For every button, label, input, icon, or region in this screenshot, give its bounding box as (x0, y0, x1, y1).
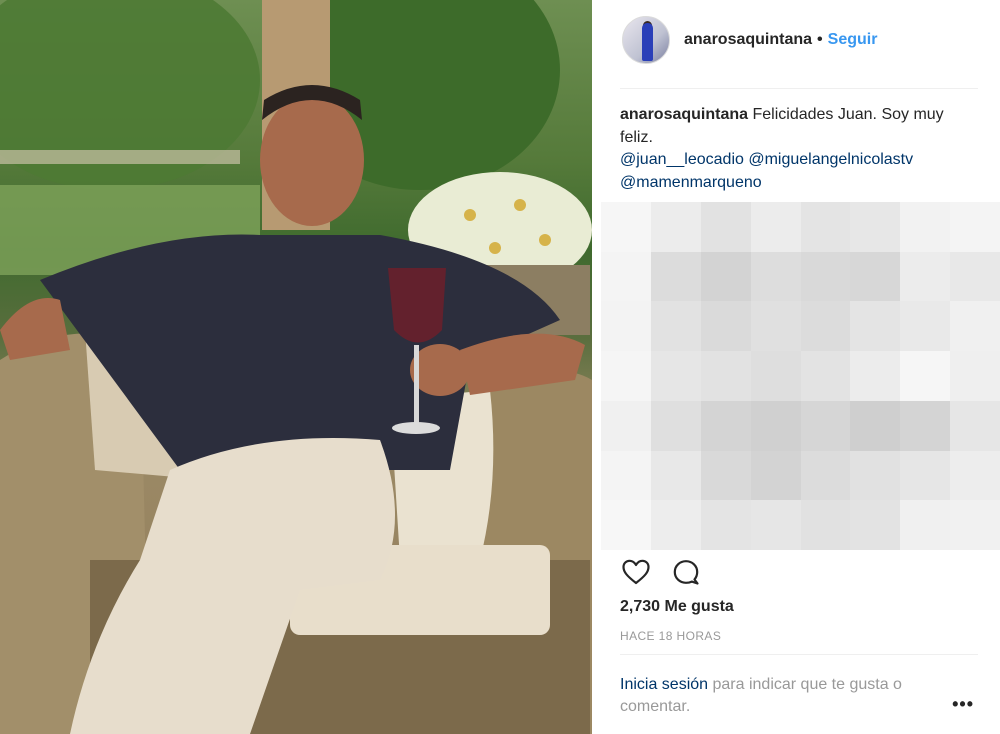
pixel-tile (800, 500, 851, 550)
pixel-tile (900, 400, 951, 451)
more-options-icon[interactable]: ••• (952, 694, 974, 715)
pixel-tile (650, 400, 701, 451)
pixel-tile (650, 202, 701, 252)
pixel-tile (700, 202, 751, 252)
pixel-tile (900, 301, 951, 352)
pixel-tile (601, 450, 651, 501)
pixel-tile (601, 202, 651, 252)
pixel-tile (750, 251, 801, 302)
pixel-tile (700, 351, 751, 401)
like-button[interactable] (620, 556, 652, 588)
comment-button[interactable] (670, 556, 702, 588)
pixel-tile (601, 351, 651, 401)
pixel-tile (700, 301, 751, 352)
pixel-tile (800, 400, 851, 451)
login-link[interactable]: Inicia sesión (620, 676, 708, 693)
mention-link[interactable]: @juan__leocadio (620, 151, 744, 168)
pixel-tile (850, 301, 901, 352)
pixel-tile (650, 301, 701, 352)
pixel-tile (750, 202, 801, 252)
pixel-tile (650, 500, 701, 550)
pixel-tile (850, 202, 901, 252)
pixel-tile (900, 202, 951, 252)
pixel-tile (700, 450, 751, 501)
caption-username[interactable]: anarosaquintana (620, 106, 748, 123)
pixel-tile (900, 500, 951, 550)
pixel-tile (950, 450, 1000, 501)
divider (620, 88, 978, 89)
pixel-tile (950, 202, 1000, 252)
pixel-tile (850, 351, 901, 401)
pixel-tile (800, 450, 851, 501)
post-photo[interactable] (0, 0, 592, 734)
caption: anarosaquintana Felicidades Juan. Soy mu… (620, 104, 980, 194)
post-panel: anarosaquintana • Seguir anarosaquintana… (592, 0, 1000, 734)
pixel-tile (750, 351, 801, 401)
pixel-tile (601, 400, 651, 451)
pixel-tile (950, 251, 1000, 302)
login-prompt: Inicia sesión para indicar que te gusta … (620, 674, 950, 718)
pixel-tile (850, 400, 901, 451)
pixel-tile (800, 251, 851, 302)
header-separator: • (817, 31, 823, 48)
pixel-tile (750, 500, 801, 550)
divider (620, 654, 978, 655)
mention-link[interactable]: @miguelangelnicolastv (748, 151, 913, 168)
avatar[interactable] (622, 16, 670, 64)
pixel-tile (650, 351, 701, 401)
pixel-tile (601, 500, 651, 550)
avatar-figure (642, 23, 653, 61)
like-count[interactable]: 2,730 Me gusta (620, 598, 734, 616)
heart-icon (622, 559, 650, 585)
action-bar (620, 556, 720, 588)
photo-scene (0, 0, 592, 734)
follow-button[interactable]: Seguir (828, 31, 878, 49)
pixel-tile (800, 202, 851, 252)
pixel-tile (900, 450, 951, 501)
pixel-tile (750, 450, 801, 501)
pixel-tile (601, 301, 651, 352)
pixel-tile (650, 251, 701, 302)
pixel-tile (950, 400, 1000, 451)
mention-link[interactable]: @mamenmarqueno (620, 174, 762, 191)
pixel-tile (900, 251, 951, 302)
pixel-tile (800, 301, 851, 352)
pixel-tile (850, 500, 901, 550)
author-username[interactable]: anarosaquintana (684, 31, 812, 49)
pixel-tile (800, 351, 851, 401)
pixel-tile (900, 351, 951, 401)
pixel-tile (700, 251, 751, 302)
pixel-tile (750, 400, 801, 451)
pixel-tile (650, 450, 701, 501)
pixel-tile (700, 400, 751, 451)
pixelated-comments-area (601, 202, 1000, 550)
timestamp[interactable]: HACE 18 HORAS (620, 629, 721, 643)
comment-bubble-icon (673, 560, 699, 585)
pixel-tile (850, 450, 901, 501)
pixel-tile (850, 251, 901, 302)
pixel-tile (950, 351, 1000, 401)
pixel-tile (601, 251, 651, 302)
pixel-tile (700, 500, 751, 550)
pixel-tile (950, 500, 1000, 550)
post-header: anarosaquintana • Seguir (622, 14, 877, 66)
pixel-tile (950, 301, 1000, 352)
pixel-tile (750, 301, 801, 352)
